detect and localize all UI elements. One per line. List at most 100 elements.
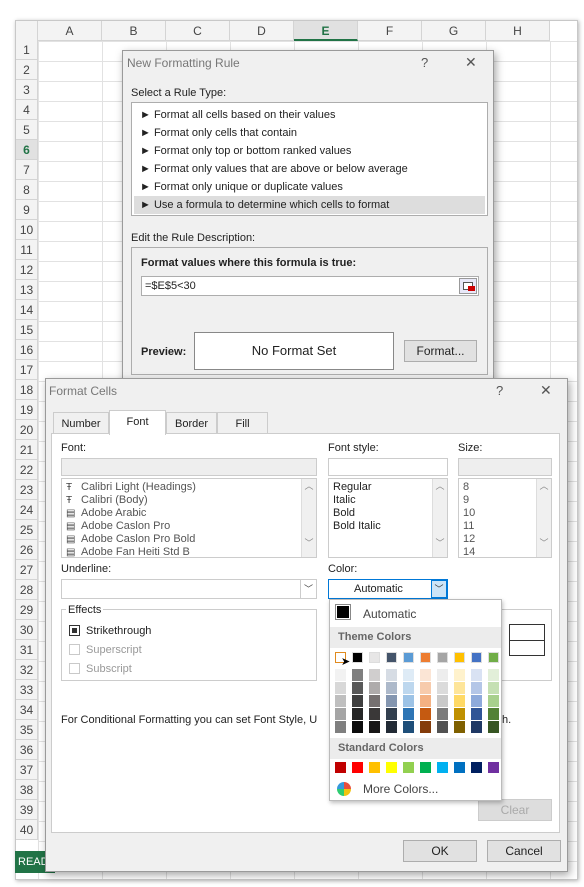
font-list-item[interactable]: ▤ Adobe Arabic bbox=[62, 507, 316, 520]
theme-shade-swatch[interactable] bbox=[335, 708, 346, 720]
row-header[interactable]: 12 bbox=[16, 260, 38, 280]
row-header[interactable]: 34 bbox=[16, 700, 38, 720]
row-header[interactable]: 14 bbox=[16, 300, 38, 320]
row-header[interactable]: 36 bbox=[16, 740, 38, 760]
row-header[interactable]: 40 bbox=[16, 820, 38, 840]
font-list-item[interactable]: ▤ Adobe Caslon Pro bbox=[62, 520, 316, 533]
column-header[interactable]: B bbox=[102, 21, 166, 41]
theme-shade-swatch[interactable] bbox=[420, 721, 431, 733]
theme-shade-swatch[interactable] bbox=[437, 669, 448, 681]
tab-fill[interactable]: Fill bbox=[217, 412, 268, 434]
row-header[interactable]: 31 bbox=[16, 640, 38, 660]
theme-color-swatch[interactable] bbox=[386, 652, 397, 663]
theme-shade-swatch[interactable] bbox=[420, 708, 431, 720]
rule-type-item[interactable]: ► Format only values that are above or b… bbox=[134, 160, 485, 178]
theme-shade-swatch[interactable] bbox=[403, 721, 414, 733]
font-list-item[interactable]: Ŧ Calibri Light (Headings) bbox=[62, 481, 316, 494]
row-header[interactable]: 4 bbox=[16, 100, 38, 120]
theme-shade-swatch[interactable] bbox=[420, 669, 431, 681]
theme-shade-swatch[interactable] bbox=[454, 708, 465, 720]
theme-shade-swatch[interactable] bbox=[471, 721, 482, 733]
standard-color-swatch[interactable] bbox=[386, 762, 397, 773]
theme-shade-swatch[interactable] bbox=[386, 721, 397, 733]
row-header[interactable]: 3 bbox=[16, 80, 38, 100]
theme-shade-swatch[interactable] bbox=[352, 721, 363, 733]
column-header[interactable]: F bbox=[358, 21, 422, 41]
row-header[interactable]: 1 bbox=[16, 40, 38, 60]
theme-shade-swatch[interactable] bbox=[369, 682, 380, 694]
row-header[interactable]: 7 bbox=[16, 160, 38, 180]
font-list-item[interactable]: ▤ Adobe Fan Heiti Std B bbox=[62, 546, 316, 559]
row-header[interactable]: 37 bbox=[16, 760, 38, 780]
row-header[interactable]: 30 bbox=[16, 620, 38, 640]
size-input[interactable] bbox=[458, 458, 552, 476]
theme-shade-swatch[interactable] bbox=[471, 682, 482, 694]
font-list-item[interactable]: Ŧ Calibri (Body) bbox=[62, 494, 316, 507]
row-header[interactable]: 5 bbox=[16, 120, 38, 140]
font-style-item[interactable]: Regular bbox=[329, 481, 447, 494]
theme-shade-swatch[interactable] bbox=[403, 682, 414, 694]
theme-shade-swatch[interactable] bbox=[352, 695, 363, 707]
rule-type-item[interactable]: ► Format only cells that contain bbox=[134, 124, 485, 142]
underline-dropdown[interactable]: ﹀ bbox=[61, 579, 317, 599]
cancel-button[interactable]: Cancel bbox=[487, 840, 561, 862]
row-header[interactable]: 17 bbox=[16, 360, 38, 380]
rule-type-item[interactable]: ► Format only top or bottom ranked value… bbox=[134, 142, 485, 160]
theme-color-swatch[interactable] bbox=[488, 652, 499, 663]
theme-color-swatch[interactable] bbox=[369, 652, 380, 663]
theme-shade-swatch[interactable] bbox=[437, 708, 448, 720]
size-list[interactable]: 8 9 10 11 12 14 ︿ ﹀ bbox=[458, 478, 552, 558]
row-header[interactable]: 29 bbox=[16, 600, 38, 620]
theme-shade-swatch[interactable] bbox=[386, 708, 397, 720]
theme-shade-swatch[interactable] bbox=[454, 682, 465, 694]
standard-color-swatch[interactable] bbox=[420, 762, 431, 773]
font-style-item[interactable]: Italic bbox=[329, 494, 447, 507]
close-icon[interactable]: ✕ bbox=[465, 54, 477, 71]
row-header[interactable]: 33 bbox=[16, 680, 38, 700]
row-header[interactable]: 27 bbox=[16, 560, 38, 580]
strikethrough-checkbox[interactable] bbox=[69, 625, 80, 636]
standard-color-swatch[interactable] bbox=[488, 762, 499, 773]
row-header[interactable]: 6 bbox=[16, 140, 38, 160]
theme-shade-swatch[interactable] bbox=[369, 695, 380, 707]
select-all-corner[interactable] bbox=[16, 21, 38, 41]
standard-color-swatch[interactable] bbox=[369, 762, 380, 773]
theme-shade-swatch[interactable] bbox=[437, 721, 448, 733]
rule-type-list[interactable]: ► Format all cells based on their values… bbox=[131, 102, 488, 216]
theme-shade-swatch[interactable] bbox=[437, 682, 448, 694]
row-header[interactable]: 24 bbox=[16, 500, 38, 520]
rule-type-item[interactable]: ► Format all cells based on their values bbox=[134, 106, 485, 124]
row-header[interactable]: 23 bbox=[16, 480, 38, 500]
help-button[interactable]: ? bbox=[496, 383, 503, 398]
row-header[interactable]: 20 bbox=[16, 420, 38, 440]
font-style-item[interactable]: Bold Italic bbox=[329, 520, 447, 533]
theme-shade-swatch[interactable] bbox=[335, 669, 346, 681]
standard-color-swatch[interactable] bbox=[471, 762, 482, 773]
more-colors-button[interactable]: More Colors... bbox=[363, 782, 438, 796]
theme-shade-swatch[interactable] bbox=[454, 721, 465, 733]
row-header[interactable]: 8 bbox=[16, 180, 38, 200]
row-header[interactable]: 26 bbox=[16, 540, 38, 560]
font-list-item[interactable]: ▤ Adobe Caslon Pro Bold bbox=[62, 533, 316, 546]
theme-shade-swatch[interactable] bbox=[352, 708, 363, 720]
row-header[interactable]: 22 bbox=[16, 460, 38, 480]
tab-number[interactable]: Number bbox=[53, 412, 109, 434]
theme-shade-swatch[interactable] bbox=[471, 669, 482, 681]
row-header[interactable]: 2 bbox=[16, 60, 38, 80]
theme-shade-swatch[interactable] bbox=[403, 708, 414, 720]
theme-shade-swatch[interactable] bbox=[369, 708, 380, 720]
tab-border[interactable]: Border bbox=[166, 412, 217, 434]
font-name-input[interactable] bbox=[61, 458, 317, 476]
row-header[interactable]: 9 bbox=[16, 200, 38, 220]
formula-input[interactable]: =$E$5<30 bbox=[141, 276, 479, 296]
ok-button[interactable]: OK bbox=[403, 840, 477, 862]
column-header[interactable]: D bbox=[230, 21, 294, 41]
theme-shade-swatch[interactable] bbox=[454, 695, 465, 707]
theme-shade-swatch[interactable] bbox=[488, 708, 499, 720]
column-header[interactable]: A bbox=[38, 21, 102, 41]
theme-shade-swatch[interactable] bbox=[386, 682, 397, 694]
column-header[interactable]: C bbox=[166, 21, 230, 41]
theme-color-swatch[interactable] bbox=[403, 652, 414, 663]
theme-shade-swatch[interactable] bbox=[335, 695, 346, 707]
automatic-color-swatch[interactable] bbox=[335, 604, 351, 620]
